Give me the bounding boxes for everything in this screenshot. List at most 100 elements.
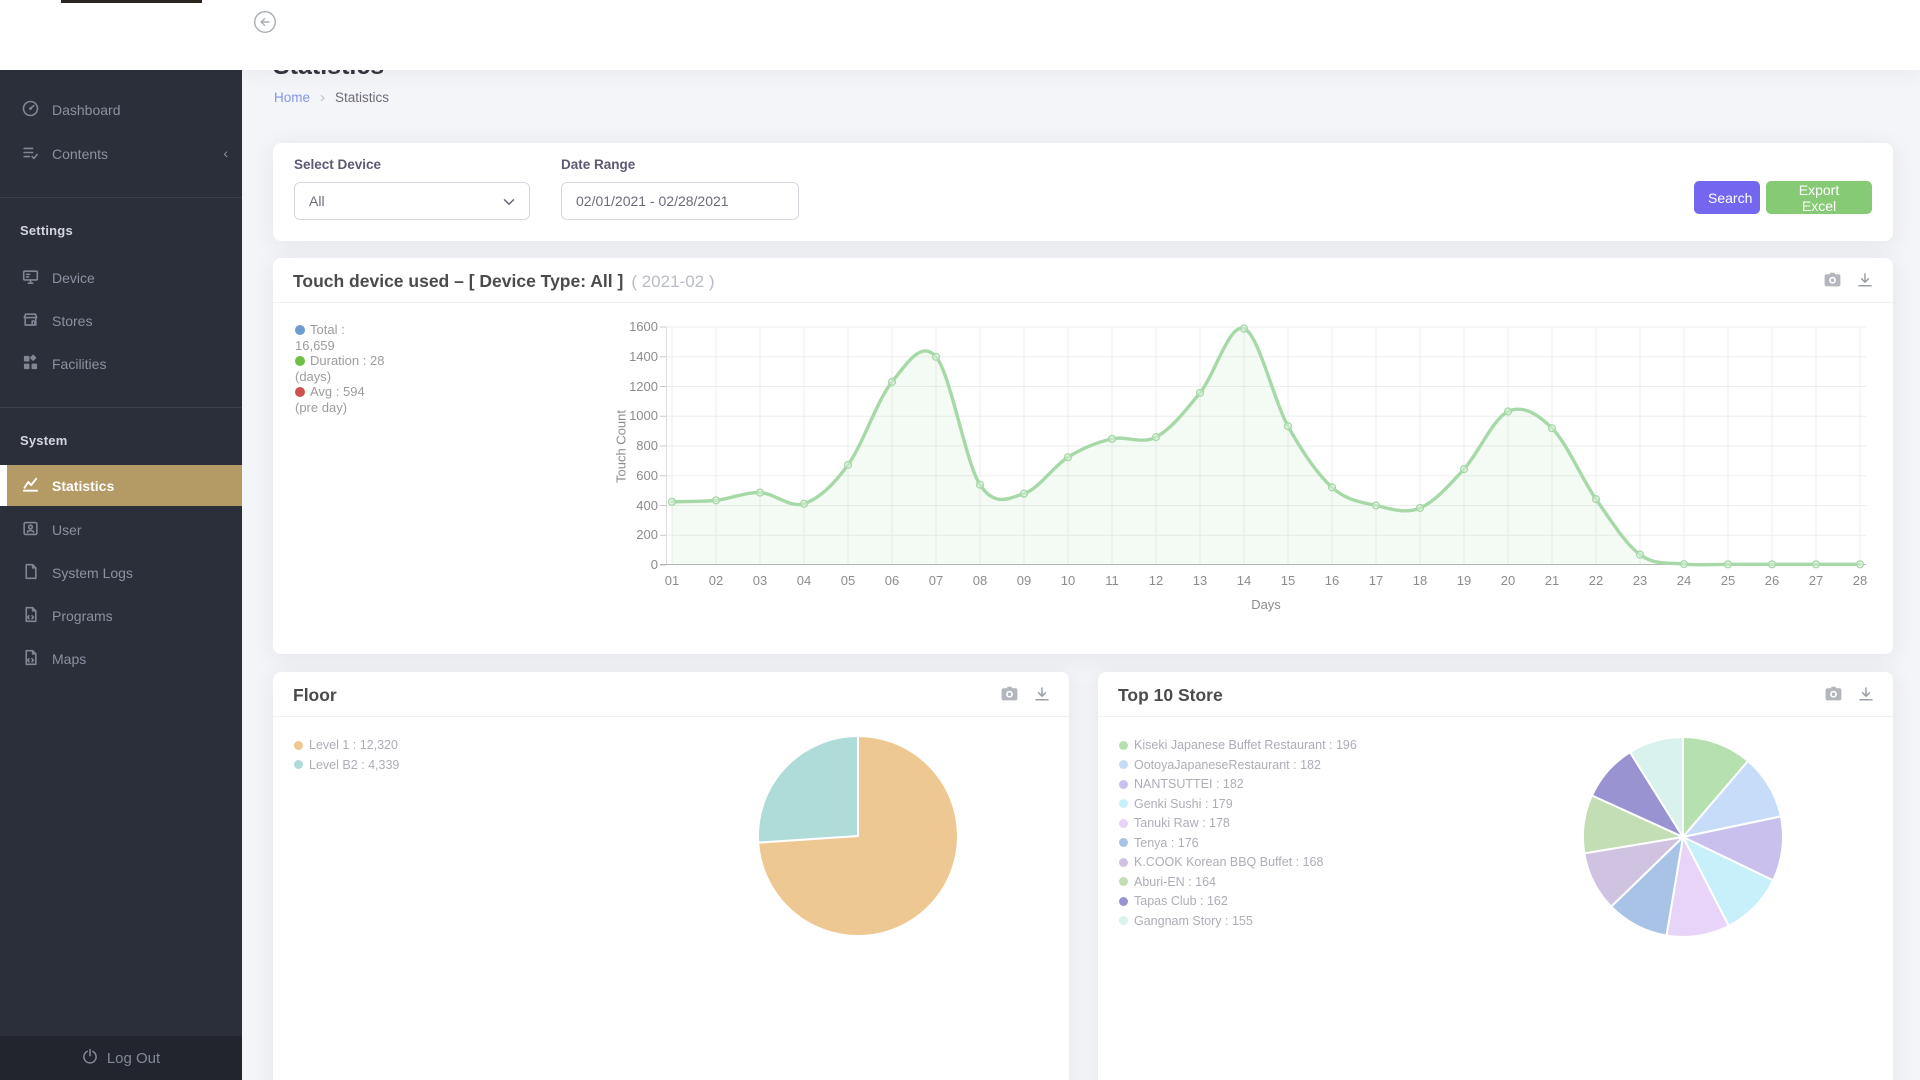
x-tick-label: 25 (1713, 573, 1743, 588)
top10-pie-legend: Kiseki Japanese Buffet Restaurant : 196O… (1119, 738, 1357, 933)
sidebar-item-contents[interactable]: Contents ‹ (0, 141, 242, 167)
sidebar-item-device[interactable]: Device (0, 265, 242, 291)
touch-chart-subtitle: ( 2021-02 ) (631, 272, 714, 292)
sidebar-item-user[interactable]: User (0, 517, 242, 543)
legend-label: Genki Sushi : 179 (1134, 797, 1233, 811)
chevron-left-icon[interactable]: ‹ (223, 145, 228, 161)
x-tick-label: 23 (1625, 573, 1655, 588)
file-icon (22, 563, 39, 583)
sidebar-item-system-logs[interactable]: System Logs (0, 560, 242, 586)
x-tick-label: 20 (1493, 573, 1523, 588)
legend-item: NANTSUTTEI : 182 (1119, 777, 1357, 791)
legend-dot (1119, 799, 1128, 808)
camera-icon[interactable] (999, 684, 1019, 704)
breadcrumb-home-link[interactable]: Home (274, 90, 310, 105)
touch-chart-card: Touch device used – [ Device Type: All ]… (273, 258, 1893, 654)
camera-icon[interactable] (1822, 270, 1842, 290)
legend-item: Aburi-EN : 164 (1119, 875, 1357, 889)
sidebar-item-label: Device (52, 270, 95, 286)
sidebar-item-label: Maps (52, 651, 86, 667)
legend-dot (1119, 877, 1128, 886)
device-select-value: All (309, 193, 325, 209)
download-icon[interactable] (1855, 270, 1875, 290)
logo-area (0, 0, 242, 70)
touch-chart-legend: Total : 16,659 Duration : 28 (days) Avg … (295, 322, 385, 415)
floor-chart-title: Floor (293, 685, 337, 706)
legend-label: Level 1 : 12,320 (309, 738, 398, 752)
download-icon[interactable] (1032, 684, 1052, 704)
x-tick-label: 10 (1053, 573, 1083, 588)
search-button[interactable]: Search (1694, 181, 1760, 214)
legend-item: Duration : 28 (days) (295, 353, 385, 384)
legend-dot (1119, 819, 1128, 828)
y-tick-label: 400 (598, 498, 658, 513)
sidebar-item-label: Statistics (52, 478, 114, 494)
legend-label: Aburi-EN : 164 (1134, 875, 1216, 889)
legend-dot (294, 741, 303, 750)
sidebar-item-maps[interactable]: Maps (0, 646, 242, 672)
back-button[interactable] (252, 9, 278, 35)
floor-chart-card: Floor Level 1 : 12,320 Level B2 : 4,339 (273, 672, 1069, 1080)
download-icon[interactable] (1856, 684, 1876, 704)
x-tick-label: 14 (1229, 573, 1259, 588)
x-tick-label: 26 (1757, 573, 1787, 588)
sidebar-item-statistics[interactable]: Statistics (0, 465, 242, 506)
line-chart-icon (22, 476, 39, 496)
floor-pie-chart (753, 731, 963, 941)
x-tick-label: 17 (1361, 573, 1391, 588)
legend-item: Gangnam Story : 155 (1119, 914, 1357, 928)
export-excel-button[interactable]: Export Excel (1766, 181, 1872, 214)
y-tick-label: 1000 (598, 408, 658, 423)
code-file-icon (22, 606, 39, 626)
topbar (242, 0, 1920, 70)
sidebar-divider (0, 197, 242, 198)
x-tick-label: 05 (833, 573, 863, 588)
sidebar-item-label: User (52, 522, 82, 538)
x-tick-label: 02 (701, 573, 731, 588)
date-range-value: 02/01/2021 - 02/28/2021 (576, 193, 729, 209)
legend-dot (1119, 858, 1128, 867)
x-tick-label: 12 (1141, 573, 1171, 588)
sidebar: Dashboard Contents ‹ Settings Device (0, 0, 242, 1080)
sidebar-item-dashboard[interactable]: Dashboard (0, 97, 242, 123)
breadcrumb: Home › Statistics (274, 90, 389, 105)
sidebar-item-programs[interactable]: Programs (0, 603, 242, 629)
legend-item: Tapas Club : 162 (1119, 894, 1357, 908)
x-tick-label: 22 (1581, 573, 1611, 588)
x-tick-label: 04 (789, 573, 819, 588)
legend-label: Gangnam Story : 155 (1134, 914, 1253, 928)
legend-item: Level B2 : 4,339 (294, 758, 399, 772)
legend-item: K.COOK Korean BBQ Buffet : 168 (1119, 855, 1357, 869)
sidebar-item-facilities[interactable]: Facilities (0, 351, 242, 377)
logout-button[interactable]: Log Out (0, 1036, 242, 1080)
sidebar-item-label: Facilities (52, 356, 106, 372)
x-tick-label: 07 (921, 573, 951, 588)
legend-dot (295, 325, 305, 335)
y-tick-label: 1200 (598, 379, 658, 394)
touch-line-chart (666, 327, 1866, 565)
y-tick-label: 200 (598, 527, 658, 542)
breadcrumb-current: Statistics (335, 90, 389, 105)
sidebar-nav: Dashboard Contents ‹ Settings Device (0, 70, 242, 672)
card-divider (273, 716, 1069, 717)
date-range-label: Date Range (561, 157, 635, 172)
legend-label: K.COOK Korean BBQ Buffet : 168 (1134, 855, 1323, 869)
x-tick-label: 19 (1449, 573, 1479, 588)
legend-item: OotoyaJapaneseRestaurant : 182 (1119, 758, 1357, 772)
sidebar-item-stores[interactable]: Stores (0, 308, 242, 334)
y-tick-label: 600 (598, 468, 658, 483)
legend-label: Tanuki Raw : 178 (1134, 816, 1230, 830)
date-range-input[interactable]: 02/01/2021 - 02/28/2021 (561, 182, 799, 220)
device-select[interactable]: All (294, 182, 530, 220)
y-tick-label: 1400 (598, 349, 658, 364)
app-root: Dashboard Contents ‹ Settings Device (0, 0, 1920, 1080)
legend-dot (295, 356, 305, 366)
legend-item: Total : 16,659 (295, 322, 385, 353)
sidebar-heading-settings: Settings (0, 223, 242, 241)
x-tick-label: 03 (745, 573, 775, 588)
logout-label: Log Out (107, 1050, 160, 1067)
legend-dot (1119, 897, 1128, 906)
x-tick-label: 24 (1669, 573, 1699, 588)
top10-pie-chart (1578, 732, 1788, 942)
camera-icon[interactable] (1823, 684, 1843, 704)
